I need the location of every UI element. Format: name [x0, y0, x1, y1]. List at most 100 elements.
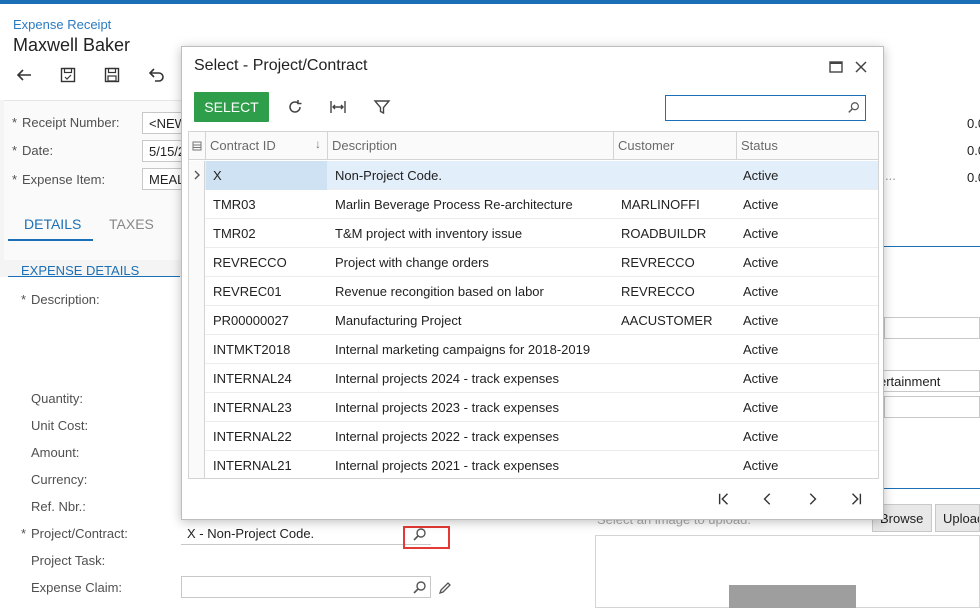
right-value-2: 0.0	[967, 143, 980, 158]
receipt-number-field[interactable]: <NEW>	[142, 112, 182, 134]
maximize-icon[interactable]	[828, 59, 844, 75]
grid-header: Contract ID ↓ Description Customer Statu…	[189, 132, 878, 160]
right-field-2[interactable]	[884, 396, 980, 418]
cell-contract-id: INTERNAL22	[213, 429, 292, 444]
cell-description: Internal projects 2022 - track expenses	[335, 429, 560, 444]
column-header-contract-id[interactable]: Contract ID ↓	[205, 132, 327, 160]
cell-description: Internal projects 2023 - track expenses	[335, 400, 560, 415]
cell-status: Active	[743, 226, 779, 241]
dialog-title: Select - Project/Contract	[194, 57, 368, 74]
dialog-search-icon[interactable]	[847, 101, 861, 115]
description-label: Description:	[21, 292, 100, 307]
project-grid: Contract ID ↓ Description Customer Statu…	[188, 131, 879, 479]
row-gutter	[189, 248, 205, 277]
pencil-icon[interactable]	[437, 580, 453, 596]
select-button[interactable]: SELECT	[194, 92, 269, 122]
table-row[interactable]: TMR03 Marlin Beverage Process Re-architec…	[189, 190, 878, 219]
table-row[interactable]: REVREC01 Revenue recongition based on lab…	[189, 277, 878, 306]
table-row[interactable]: INTERNAL21 Internal projects 2021 - track…	[189, 451, 878, 478]
close-icon[interactable]	[853, 59, 869, 75]
tab-taxes[interactable]: TAXES	[109, 216, 154, 232]
filter-icon[interactable]	[372, 97, 392, 117]
first-page-icon[interactable]	[714, 489, 734, 509]
project-contract-field[interactable]: X - Non-Project Code.	[181, 523, 431, 545]
cell-customer: ROADBUILDR	[621, 226, 707, 241]
cell-status: Active	[743, 371, 779, 386]
cell-contract-id: TMR03	[213, 197, 256, 212]
last-page-icon[interactable]	[846, 489, 866, 509]
table-row[interactable]: REVRECCO Project with change orders REVREC…	[189, 248, 878, 277]
cell-status: Active	[743, 197, 779, 212]
expense-item-label: Expense Item:	[12, 172, 105, 187]
cell-status: Active	[743, 255, 779, 270]
cell-description: Internal projects 2021 - track expenses	[335, 458, 560, 473]
row-gutter	[189, 190, 205, 219]
row-gutter	[189, 364, 205, 393]
dialog-search-input[interactable]	[665, 95, 866, 121]
date-label: Date:	[12, 143, 53, 158]
cell-contract-id: X	[206, 161, 327, 190]
cell-description: Project with change orders	[335, 255, 489, 270]
next-page-icon[interactable]	[802, 489, 822, 509]
active-tab-indicator	[8, 239, 93, 241]
expense-claim-label: Expense Claim:	[31, 580, 123, 595]
project-task-label: Project Task:	[31, 553, 106, 568]
cell-contract-id: INTMKT2018	[213, 342, 291, 357]
column-settings-icon[interactable]	[189, 132, 205, 160]
cell-customer: REVRECCO	[621, 255, 695, 270]
breadcrumb[interactable]: Expense Receipt	[13, 17, 111, 32]
table-row[interactable]: INTERNAL22 Internal projects 2022 - track…	[189, 422, 878, 451]
cell-status: Active	[743, 458, 779, 473]
undo-icon[interactable]	[145, 64, 167, 86]
cell-customer	[617, 364, 736, 393]
cell-contract-id: INTERNAL21	[213, 458, 292, 473]
cell-status: Active	[743, 400, 779, 415]
page-title: Maxwell Baker	[13, 35, 131, 55]
cell-contract-id: TMR02	[213, 226, 256, 241]
expense-item-field[interactable]: MEAL	[142, 168, 182, 190]
save-icon[interactable]	[101, 64, 123, 86]
table-row[interactable]: INTMKT2018 Internal marketing campaigns f…	[189, 335, 878, 364]
cell-customer: REVRECCO	[621, 284, 695, 299]
cell-status: Active	[743, 284, 779, 299]
fit-columns-icon[interactable]	[328, 97, 348, 117]
amount-label: Amount:	[31, 445, 80, 460]
refresh-icon[interactable]	[285, 97, 305, 117]
column-header-description[interactable]: Description	[327, 132, 613, 160]
table-row[interactable]: INTERNAL23 Internal projects 2023 - track…	[189, 393, 878, 422]
upload-button[interactable]: Upload	[935, 504, 980, 532]
cell-contract-id: PR00000027	[213, 313, 289, 328]
project-contract-label: Project/Contract:	[21, 526, 128, 541]
row-gutter	[189, 393, 205, 422]
previous-page-icon[interactable]	[758, 489, 778, 509]
table-row[interactable]: PR00000027 Manufacturing Project AACUSTOME…	[189, 306, 878, 335]
cell-customer	[617, 393, 736, 422]
cell-contract-id: REVRECCO	[213, 255, 287, 270]
section-divider	[8, 276, 180, 277]
search-icon[interactable]	[412, 527, 428, 543]
table-row[interactable]: INTERNAL24 Internal projects 2024 - track…	[189, 364, 878, 393]
column-header-customer[interactable]: Customer	[613, 132, 736, 160]
expense-claim-field[interactable]	[181, 576, 431, 598]
cell-description: Internal projects 2024 - track expenses	[335, 371, 560, 386]
tab-details[interactable]: DETAILS	[24, 216, 81, 232]
row-gutter	[189, 277, 205, 306]
right-ellipsis: ...	[885, 168, 896, 183]
category-field[interactable]: ertainment	[872, 370, 980, 392]
sort-down-icon: ↓	[315, 137, 321, 151]
cell-description: Non-Project Code.	[335, 168, 442, 183]
table-row[interactable]: X Non-Project Code. Active	[189, 161, 878, 190]
column-label: Contract ID	[210, 138, 276, 153]
ref-nbr-label: Ref. Nbr.:	[31, 499, 86, 514]
cell-customer: MARLINOFFI	[621, 197, 700, 212]
cell-customer	[617, 161, 736, 190]
save-close-icon[interactable]	[57, 64, 79, 86]
cell-description: Internal marketing campaigns for 2018-20…	[335, 342, 591, 357]
expense-claim-search-icon[interactable]	[412, 580, 428, 596]
cell-contract-id: INTERNAL23	[213, 400, 292, 415]
right-field-1[interactable]	[884, 317, 980, 339]
table-row[interactable]: TMR02 T&M project with inventory issue ROA…	[189, 219, 878, 248]
back-icon[interactable]	[13, 64, 35, 86]
date-field[interactable]: 5/15/2	[142, 140, 182, 162]
column-header-status[interactable]: Status	[736, 132, 878, 160]
